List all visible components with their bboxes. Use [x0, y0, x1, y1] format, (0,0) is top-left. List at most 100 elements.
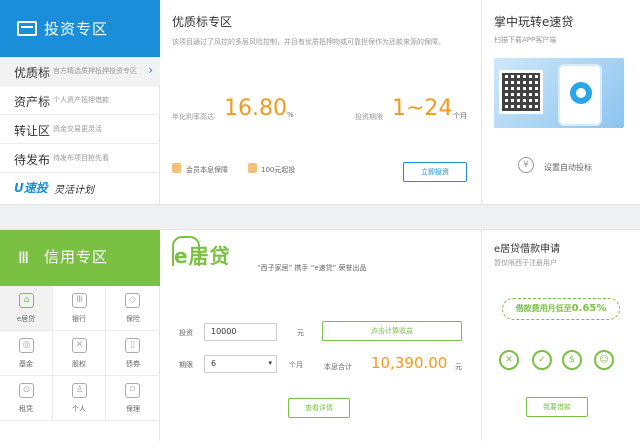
- credit-item-insurance[interactable]: ◇ 保险: [106, 286, 160, 331]
- page: 投资专区 优质标 官方精选质押抵押投资专区 › 资产标 个人资产抵押借款 转让区…: [0, 0, 640, 441]
- bank-building-icon: Ⅲ: [18, 248, 30, 267]
- term-select[interactable]: 6 ▾: [204, 355, 277, 373]
- view-details-button[interactable]: 查看详情: [288, 398, 350, 418]
- credit-item-ejd[interactable]: ⌂ e居贷: [0, 286, 53, 331]
- credit-item-label: 债券: [126, 360, 140, 368]
- loan-apply-title: e居贷借款申请: [494, 244, 561, 255]
- app-logo-icon: [570, 82, 592, 104]
- credit-header: Ⅲ 信用专区: [0, 230, 160, 286]
- smile-icon: ☺: [594, 350, 614, 370]
- credit-item-label: e居贷: [16, 315, 36, 323]
- nav-item-desc: 资金交易更灵活: [53, 125, 102, 133]
- invest-amount-unit: 元: [297, 329, 304, 337]
- house-icon: ⌂: [19, 293, 34, 308]
- term-label: 投资期限: [355, 113, 383, 121]
- term-value: 1~24: [392, 96, 453, 121]
- auto-bid-icon: ¥: [518, 157, 534, 173]
- bookmark-icon: ⌑: [125, 383, 140, 398]
- flexible-plan-logo[interactable]: U速投: [14, 179, 48, 196]
- term-select-unit: 个月: [289, 361, 303, 369]
- qr-code: [499, 70, 543, 114]
- nav-item-label: 资产标: [14, 95, 51, 109]
- credit-sidebar: Ⅲ 信用专区 ⌂ e居贷 Ⅲ 银行 ◇ 保险 ◎ 基金 ✕ 股权 ▯ 债券 ⊙ …: [0, 230, 160, 441]
- ribbon-text: 借款费用月低至: [515, 304, 572, 313]
- total-label: 本息合计: [324, 363, 352, 371]
- app-download-banner[interactable]: [494, 58, 624, 128]
- credit-item-label: 保理: [126, 405, 140, 413]
- premium-desc: 该项目通过了风控的多层风险控制，并且有优质抵押物或可靠担保作为还款来源的保障。: [172, 38, 445, 46]
- rate-label: 年化利率高达: [172, 113, 214, 121]
- total-unit: 元: [455, 363, 462, 371]
- credit-item-label: 保险: [126, 315, 140, 323]
- no-fee-icon: ✕: [499, 350, 519, 370]
- money-icon: $: [562, 350, 582, 370]
- nav-item-desc: 官方精选质押抵押投资专区: [53, 67, 137, 75]
- coin-icon: ◎: [19, 338, 34, 353]
- ejd-logo: e居贷: [174, 244, 231, 268]
- app-promo-panel: 掌中玩转e速贷 扫描下载APP客户端 ¥ 设置自动投标: [482, 0, 640, 205]
- ribbon-pct: 0.65%: [571, 303, 607, 314]
- term-select-value: 6: [211, 359, 217, 368]
- min-invest-text: 100元起投: [261, 166, 296, 174]
- nav-item-premium[interactable]: 优质标 官方精选质押抵押投资专区 ›: [0, 57, 160, 86]
- app-subtitle: 扫描下载APP客户端: [494, 36, 557, 44]
- nav-item-label: 待发布: [14, 153, 51, 167]
- calculate-earnings-button[interactable]: 点击计算收益: [322, 321, 462, 341]
- premium-panel: 优质标专区 该项目通过了风控的多层风险控制，并且有优质抵押物或可靠担保作为还款来…: [160, 0, 482, 205]
- credit-item-factoring[interactable]: ⌑ 保理: [106, 376, 160, 421]
- guarantee-text: 会员本息保障: [186, 166, 228, 174]
- nav-item-desc: 待发布项目抢先看: [53, 154, 109, 162]
- credit-item-label: 银行: [72, 315, 86, 323]
- loan-apply-panel: e居贷借款申请 暂仅限西子注册用户 借款费用月低至0.65% ✕ ✓ $ ☺ 我…: [482, 230, 640, 441]
- credit-item-personal[interactable]: ♙ 个人: [53, 376, 106, 421]
- nav-item-label: 转让区: [14, 124, 51, 138]
- phone-illustration: [558, 64, 602, 126]
- nav-item-upcoming[interactable]: 待发布 待发布项目抢先看: [0, 144, 160, 173]
- car-icon: ⊙: [19, 383, 34, 398]
- credit-item-fund[interactable]: ◎ 基金: [0, 331, 53, 376]
- premium-title: 优质标专区: [172, 15, 233, 29]
- shield-badge-icon: [172, 163, 181, 173]
- fast-icon: ✓: [532, 350, 552, 370]
- person-icon: ♙: [72, 383, 87, 398]
- ejd-slogan: “西子家居” 携手 “e速贷” 荣誉出品: [257, 264, 367, 272]
- flexible-plan-link[interactable]: 灵活计划: [54, 181, 94, 196]
- auto-bid-link[interactable]: 设置自动投标: [544, 162, 592, 173]
- credit-item-lease[interactable]: ⊙ 租凭: [0, 376, 53, 421]
- term-unit: 个月: [453, 112, 467, 120]
- document-icon: ▯: [125, 338, 140, 353]
- invest-section: 投资专区 优质标 官方精选质押抵押投资专区 › 资产标 个人资产抵押借款 转让区…: [0, 0, 640, 205]
- shield-icon: ◇: [125, 293, 140, 308]
- loan-apply-subtitle: 暂仅限西子注册用户: [494, 259, 557, 267]
- app-title: 掌中玩转e速贷: [494, 15, 574, 29]
- total-value: 10,390.00: [371, 354, 448, 372]
- credit-item-label: 租凭: [19, 405, 33, 413]
- credit-section: Ⅲ 信用专区 ⌂ e居贷 Ⅲ 银行 ◇ 保险 ◎ 基金 ✕ 股权 ▯ 债券 ⊙ …: [0, 229, 640, 441]
- rate-unit: %: [287, 111, 294, 119]
- nav-item-desc: 个人资产抵押借款: [53, 96, 109, 104]
- loan-rate-ribbon: 借款费用月低至0.65%: [502, 298, 620, 320]
- credit-item-label: 股权: [72, 360, 86, 368]
- invest-title: 投资专区: [44, 20, 109, 38]
- credit-item-equity[interactable]: ✕ 股权: [53, 331, 106, 376]
- nav-item-transfer[interactable]: 转让区 资金交易更灵活: [0, 115, 160, 144]
- term-select-label: 期限: [179, 361, 193, 369]
- credit-title: 信用专区: [44, 248, 109, 266]
- invest-now-button[interactable]: 立即投资: [403, 162, 467, 182]
- invest-amount-input[interactable]: 10000: [204, 323, 277, 341]
- nav-item-label: 优质标: [14, 66, 51, 80]
- rate-value: 16.80: [224, 96, 287, 121]
- card-icon: [17, 21, 37, 36]
- credit-item-bond[interactable]: ▯ 债券: [106, 331, 160, 376]
- invest-header: 投资专区: [0, 0, 160, 57]
- nav-item-asset[interactable]: 资产标 个人资产抵押借款: [0, 86, 160, 115]
- coin-badge-icon: [248, 163, 257, 173]
- apply-loan-button[interactable]: 我要借款: [526, 397, 588, 417]
- credit-item-bank[interactable]: Ⅲ 银行: [53, 286, 106, 331]
- bank-icon: Ⅲ: [72, 293, 87, 308]
- handshake-icon: ✕: [72, 338, 87, 353]
- chevron-right-icon: ›: [148, 63, 153, 77]
- credit-item-label: 个人: [72, 405, 86, 413]
- chevron-down-icon: ▾: [268, 359, 272, 367]
- credit-item-label: 基金: [19, 360, 33, 368]
